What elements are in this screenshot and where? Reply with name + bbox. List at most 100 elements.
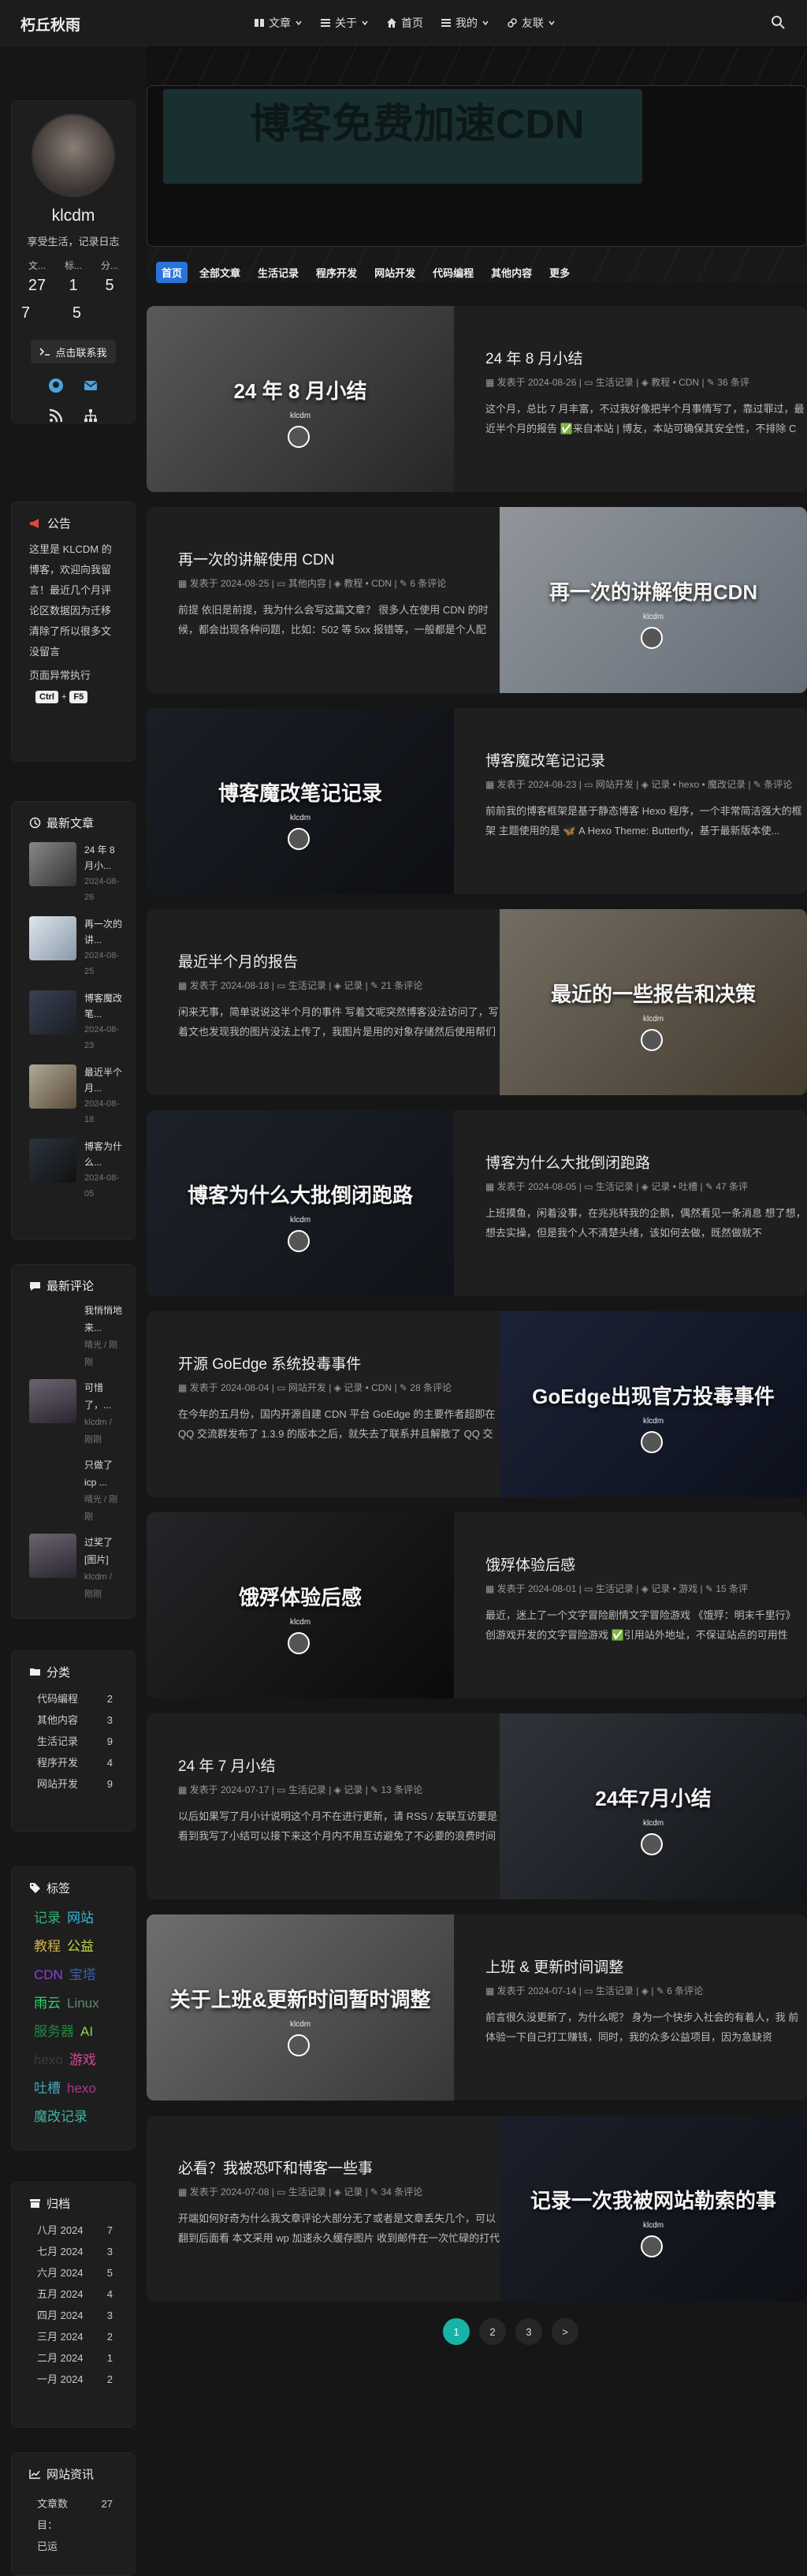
post-card[interactable]: 再一次的讲解使用CDN klcdm 再一次的讲解使用 CDN ▦ 发表于 2024-0… <box>147 507 807 693</box>
comment-item[interactable]: 我悄悄地来... 晴光 / 刚刚 <box>12 1294 135 1371</box>
category-tab[interactable]: 网站开发 <box>369 262 421 283</box>
post-card[interactable]: 关于上班&更新时间暂时调整 klcdm 上班 & 更新时间调整 ▦ 发表于 2024-… <box>147 1914 807 2101</box>
tag-item[interactable]: 服务器 <box>34 2024 74 2039</box>
category-tab[interactable]: 首页 <box>156 262 188 283</box>
post-comments[interactable]: 34 条评论 <box>381 2186 422 2198</box>
post-title[interactable]: 饿殍体验后感 <box>485 1553 575 1575</box>
recent-post-item[interactable]: 再一次的讲... 2024-08-25 <box>12 905 135 979</box>
post-cover[interactable]: 24 年 8 月小结 klcdm <box>147 306 454 492</box>
archive-item[interactable]: 四月 2024 3 <box>12 2305 135 2326</box>
page-3[interactable]: 3 <box>515 2318 542 2345</box>
category-tab-more[interactable]: 更多 <box>544 262 575 283</box>
category-tab[interactable]: 程序开发 <box>311 262 363 283</box>
menu-about[interactable]: 关于 <box>320 15 369 31</box>
tag-item[interactable]: hexo <box>67 2081 96 2096</box>
category-tab[interactable]: 代码编程 <box>427 262 479 283</box>
tag-item[interactable]: 吐槽 <box>34 2081 61 2096</box>
post-cover[interactable]: 饿殍体验后感 klcdm <box>147 1512 454 1698</box>
category-tab[interactable]: 全部文章 <box>194 262 246 283</box>
menu-friends[interactable]: 友联 <box>507 15 556 31</box>
archive-item[interactable]: 二月 2024 1 <box>12 2347 135 2369</box>
post-comments[interactable]: 6 条评论 <box>410 578 446 589</box>
archive-item[interactable]: 三月 2024 2 <box>12 2326 135 2347</box>
recent-post-item[interactable]: 博客魔改笔... 2024-08-23 <box>12 979 135 1053</box>
stat-articles[interactable]: 文... 27 <box>21 259 53 295</box>
recent-post-item[interactable]: 24 年 8 月小... 2024-08-26 <box>12 831 135 905</box>
tag-item[interactable]: hexo <box>34 2052 63 2067</box>
mail-icon[interactable] <box>83 378 99 393</box>
post-category[interactable]: 生活记录 <box>596 1985 634 1996</box>
search-icon[interactable] <box>771 15 785 29</box>
category-tab[interactable]: 生活记录 <box>252 262 304 283</box>
post-tags[interactable]: 记录 • 游戏 <box>651 1583 697 1594</box>
tag-item[interactable]: 记录 <box>34 1911 61 1925</box>
contact-button[interactable]: 点击联系我 <box>31 340 116 363</box>
next-page[interactable]: > <box>552 2318 578 2345</box>
post-category[interactable]: 生活记录 <box>288 1784 326 1795</box>
post-comments[interactable]: 47 条评 <box>716 1181 748 1192</box>
stat-categories[interactable]: 分... 5 <box>94 259 125 295</box>
post-category[interactable]: 其他内容 <box>288 578 326 589</box>
post-card[interactable]: 最近的一些报告和决策 klcdm 最近半个月的报告 ▦ 发表于 2024-08-18 … <box>147 909 807 1095</box>
category-item[interactable]: 程序开发 4 <box>12 1752 135 1773</box>
category-item[interactable]: 网站开发 9 <box>12 1773 135 1795</box>
post-card[interactable]: 24年7月小结 klcdm 24 年 7 月小结 ▦ 发表于 2024-07-17 |… <box>147 1713 807 1899</box>
archive-item[interactable]: 一月 2024 2 <box>12 2369 135 2390</box>
archive-item[interactable]: 八月 2024 7 <box>12 2220 135 2241</box>
page-2[interactable]: 2 <box>479 2318 506 2345</box>
recent-post-item[interactable]: 最近半个月... 2024-08-18 <box>12 1053 135 1128</box>
comment-item[interactable]: 只做了 icp ... 晴光 / 刚刚 <box>12 1448 135 1526</box>
category-item[interactable]: 其他内容 3 <box>12 1709 135 1731</box>
archive-item[interactable]: 七月 2024 3 <box>12 2241 135 2262</box>
post-card[interactable]: 博客魔改笔记记录 klcdm 博客魔改笔记记录 ▦ 发表于 2024-08-23 | … <box>147 708 807 894</box>
post-cover[interactable]: 再一次的讲解使用CDN klcdm <box>500 507 807 693</box>
post-comments[interactable]: 条评论 <box>764 779 792 790</box>
tag-item[interactable]: CDN <box>34 1967 63 1982</box>
post-tags[interactable]: 教程 • CDN <box>651 377 699 388</box>
post-title[interactable]: 再一次的讲解使用 CDN <box>178 548 334 569</box>
post-title[interactable]: 24 年 8 月小结 <box>485 347 583 368</box>
post-title[interactable]: 博客为什么大批倒闭跑路 <box>485 1151 650 1172</box>
archive-item[interactable]: 六月 2024 5 <box>12 2262 135 2283</box>
post-tags[interactable]: 记录 • hexo • 魔改记录 <box>651 779 746 790</box>
comment-item[interactable]: 可惜了，... klcdm / 刚刚 <box>12 1371 135 1448</box>
tag-item[interactable]: 雨云 <box>34 1996 61 2011</box>
post-category[interactable]: 网站开发 <box>288 1382 326 1393</box>
comment-item[interactable]: 过奖了[图片] klcdm / 刚刚 <box>12 1526 135 1603</box>
rss-icon[interactable] <box>48 408 64 423</box>
post-card[interactable]: 饿殍体验后感 klcdm 饿殍体验后感 ▦ 发表于 2024-08-01 | ▭ 生活… <box>147 1512 807 1698</box>
post-card[interactable]: 博客为什么大批倒闭跑路 klcdm 博客为什么大批倒闭跑路 ▦ 发表于 2024-08… <box>147 1110 807 1296</box>
post-title[interactable]: 博客魔改笔记记录 <box>485 749 605 770</box>
post-cover[interactable]: GoEdge出现官方投毒事件 klcdm <box>500 1311 807 1497</box>
stat-tags[interactable]: 标... 1 <box>58 259 89 295</box>
avatar[interactable] <box>32 114 115 197</box>
post-cover[interactable]: 关于上班&更新时间暂时调整 klcdm <box>147 1914 454 2101</box>
post-tags[interactable]: 记录 <box>344 2186 363 2198</box>
post-tags[interactable]: 教程 • CDN <box>344 578 392 589</box>
recent-post-item[interactable]: 博客为什么... 2024-08-05 <box>12 1128 135 1202</box>
post-comments[interactable]: 13 条评论 <box>381 1784 422 1795</box>
post-category[interactable]: 生活记录 <box>596 1181 634 1192</box>
tag-item[interactable]: 魔改记录 <box>34 2109 87 2124</box>
post-category[interactable]: 生活记录 <box>288 980 326 991</box>
menu-home[interactable]: 首页 <box>386 15 423 31</box>
tag-item[interactable]: 教程 <box>34 1939 61 1954</box>
tag-item[interactable]: Linux <box>67 1996 99 2011</box>
post-card[interactable]: GoEdge出现官方投毒事件 klcdm 开源 GoEdge 系统投毒事件 ▦ 发表于… <box>147 1311 807 1497</box>
archive-item[interactable]: 五月 2024 4 <box>12 2283 135 2305</box>
post-title[interactable]: 24 年 7 月小结 <box>178 1754 276 1776</box>
post-cover[interactable]: 24年7月小结 klcdm <box>500 1713 807 1899</box>
menu-articles[interactable]: 文章 <box>254 15 303 31</box>
tag-item[interactable]: AI <box>80 2024 93 2039</box>
category-item[interactable]: 生活记录 9 <box>12 1731 135 1752</box>
post-category[interactable]: 生活记录 <box>288 2186 326 2198</box>
tag-item[interactable]: 网站 <box>67 1911 94 1925</box>
featured-banner[interactable]: 博客免费加速CDN <box>147 85 807 247</box>
post-category[interactable]: 生活记录 <box>596 1583 634 1594</box>
post-title[interactable]: 最近半个月的报告 <box>178 950 298 971</box>
category-item[interactable]: 代码编程 2 <box>12 1688 135 1709</box>
post-comments[interactable]: 6 条评论 <box>667 1985 703 1996</box>
sitemap-icon[interactable] <box>83 408 99 423</box>
post-cover[interactable]: 记录一次我被网站勒索的事 klcdm <box>500 2116 807 2302</box>
post-comments[interactable]: 21 条评论 <box>381 980 422 991</box>
